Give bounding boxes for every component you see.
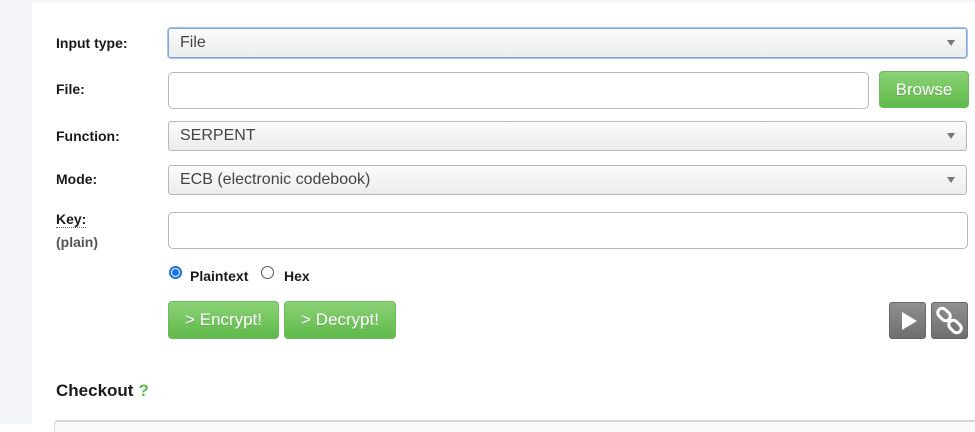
checkout-title-text: Checkout — [56, 381, 134, 400]
input-type-label: Input type: — [56, 35, 128, 51]
chevron-down-icon — [947, 133, 955, 139]
link-button[interactable] — [931, 302, 968, 339]
play-button[interactable] — [889, 302, 926, 339]
key-input[interactable] — [168, 212, 968, 249]
mode-value: ECB (electronic codebook) — [180, 171, 371, 188]
encrypt-button[interactable]: > Encrypt! — [168, 301, 279, 339]
key-sublabel: (plain) — [56, 234, 98, 250]
top-margin — [0, 0, 975, 3]
mode-select[interactable]: ECB (electronic codebook) — [168, 165, 967, 195]
function-value: SERPENT — [180, 127, 256, 144]
function-select[interactable]: SERPENT — [168, 121, 967, 151]
key-label: Key: — [56, 211, 87, 228]
function-label: Function: — [56, 128, 120, 144]
browse-button[interactable]: Browse — [879, 71, 969, 108]
checkout-panel — [54, 420, 975, 432]
key-label-text: Key: — [56, 211, 87, 228]
input-type-select[interactable]: File — [168, 28, 967, 58]
chevron-down-icon — [947, 40, 955, 46]
file-input[interactable] — [168, 72, 869, 109]
play-icon — [902, 312, 917, 330]
hex-radio[interactable] — [261, 266, 274, 279]
file-label: File: — [56, 81, 85, 97]
plaintext-radio-label[interactable]: Plaintext — [190, 268, 248, 284]
mode-label: Mode: — [56, 171, 98, 187]
hex-radio-label[interactable]: Hex — [284, 268, 310, 284]
checkout-title: Checkout? — [56, 381, 149, 401]
left-margin — [0, 0, 32, 424]
decrypt-button[interactable]: > Decrypt! — [284, 301, 396, 339]
link-icon — [936, 306, 963, 335]
input-type-value: File — [180, 34, 206, 51]
plaintext-radio[interactable] — [169, 266, 182, 279]
chevron-down-icon — [947, 177, 955, 183]
help-icon[interactable]: ? — [138, 381, 148, 400]
